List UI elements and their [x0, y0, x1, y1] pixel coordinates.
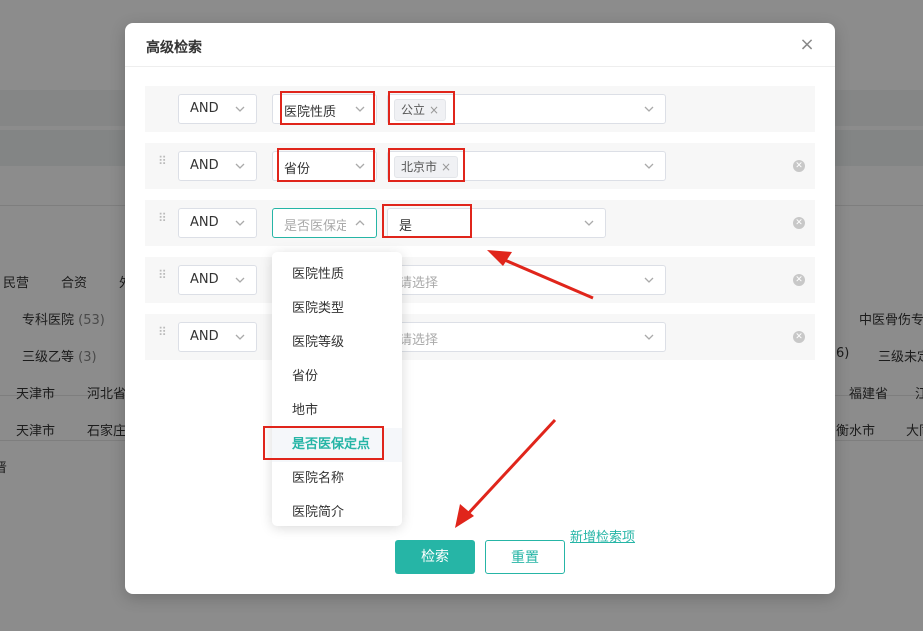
annotation-arrows: [455, 250, 594, 528]
annotation-arrow-icon: [455, 418, 557, 528]
annotation-arrow-icon: [487, 250, 594, 300]
